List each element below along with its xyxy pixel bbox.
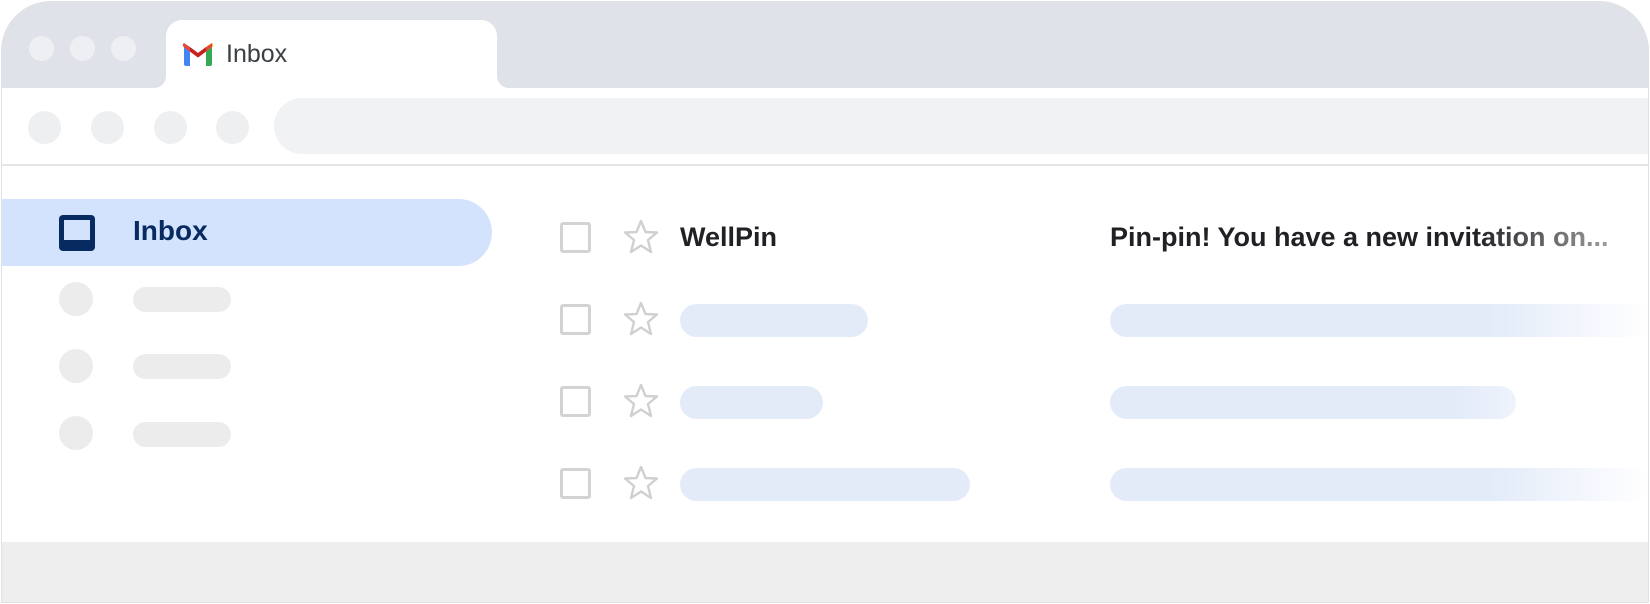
- email-sender: WellPin: [680, 222, 778, 252]
- tab-title: Inbox: [226, 40, 288, 68]
- reload-button[interactable]: [154, 111, 187, 144]
- subject-placeholder: [1110, 304, 1648, 337]
- address-bar[interactable]: [274, 98, 1648, 154]
- sidebar-placeholder-icon: [59, 349, 93, 383]
- browser-toolbar: [2, 88, 1648, 166]
- sender-placeholder: [680, 468, 970, 501]
- window-footer: [2, 542, 1648, 602]
- home-button[interactable]: [216, 111, 249, 144]
- email-row-checkbox[interactable]: [560, 304, 591, 335]
- sidebar-placeholder-icon: [59, 282, 93, 316]
- sender-placeholder: [680, 386, 823, 419]
- tab-inbox[interactable]: Inbox: [166, 20, 497, 88]
- sender-placeholder: [680, 304, 868, 337]
- sidebar-item-label: Inbox: [133, 215, 208, 246]
- back-button[interactable]: [28, 111, 61, 144]
- mail-content: Inbox WellPin Pin-pin! You have a new in…: [2, 166, 1648, 542]
- sidebar-placeholder-label: [133, 422, 231, 447]
- window-maximize-dot[interactable]: [111, 36, 136, 61]
- tab-bar: Inbox: [2, 2, 1648, 88]
- email-row-checkbox[interactable]: [560, 468, 591, 499]
- star-icon[interactable]: [622, 300, 660, 338]
- window-close-dot[interactable]: [29, 36, 54, 61]
- sidebar-placeholder-icon: [59, 416, 93, 450]
- sidebar-placeholder-label: [133, 287, 231, 312]
- sidebar-placeholder-label: [133, 354, 231, 379]
- subject-placeholder: [1110, 468, 1648, 501]
- window-minimize-dot[interactable]: [70, 36, 95, 61]
- star-icon[interactable]: [622, 218, 660, 256]
- email-row-checkbox[interactable]: [560, 386, 591, 417]
- sidebar-item-inbox[interactable]: Inbox: [2, 199, 492, 266]
- subject-placeholder: [1110, 386, 1516, 419]
- email-subject: Pin-pin! You have a new invitation on...: [1110, 222, 1609, 252]
- forward-button[interactable]: [91, 111, 124, 144]
- star-icon[interactable]: [622, 382, 660, 420]
- star-icon[interactable]: [622, 464, 660, 502]
- browser-window: Inbox Inbox WellPin Pin-pin! You have a …: [1, 1, 1649, 603]
- email-row-checkbox[interactable]: [560, 222, 591, 253]
- gmail-icon: [182, 43, 214, 66]
- inbox-icon: [59, 215, 95, 251]
